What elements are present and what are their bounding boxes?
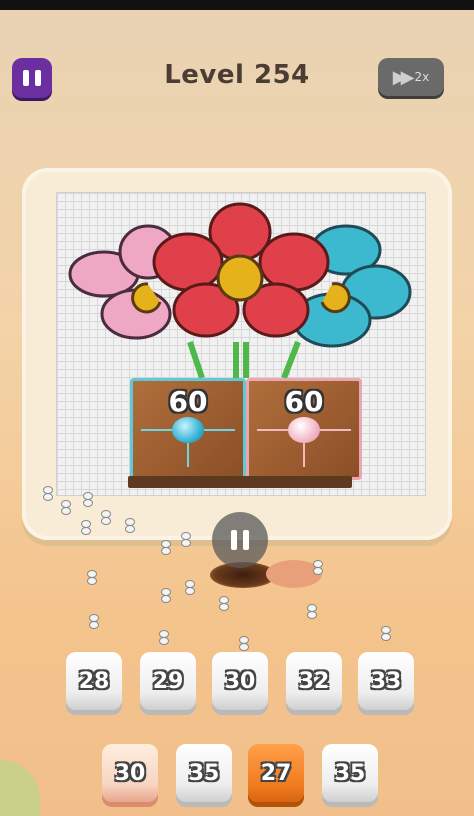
ant-icon bbox=[312, 560, 323, 575]
pause-icon-bar-right bbox=[243, 530, 249, 550]
ant-icon bbox=[100, 510, 111, 525]
ant-icon bbox=[124, 518, 135, 533]
ant-icon bbox=[306, 604, 317, 619]
queue-tile[interactable]: 28 bbox=[66, 652, 122, 710]
queue-tile[interactable]: 32 bbox=[286, 652, 342, 710]
pink-flower-center bbox=[131, 282, 162, 314]
ant-icon bbox=[88, 614, 99, 629]
speed-label: 2x bbox=[414, 70, 430, 84]
blue-flower-center bbox=[320, 282, 351, 314]
queue-tile[interactable]: 33 bbox=[358, 652, 414, 710]
ant-icon bbox=[86, 570, 97, 585]
queue-tile[interactable]: 29 bbox=[140, 652, 196, 710]
red-flower-center bbox=[216, 254, 264, 302]
ant-icon bbox=[42, 486, 53, 501]
box-guide-vertical bbox=[303, 443, 305, 467]
queue-tile[interactable]: 30 bbox=[212, 652, 268, 710]
ant-icon bbox=[180, 532, 191, 547]
ant-icon bbox=[80, 520, 91, 535]
pink-flower bbox=[68, 224, 178, 340]
center-pause-button[interactable] bbox=[212, 512, 268, 568]
ant-icon bbox=[238, 636, 249, 651]
status-bar bbox=[0, 0, 474, 10]
pause-icon-bar-left bbox=[231, 530, 237, 550]
color-box-pink[interactable]: 60 bbox=[246, 378, 362, 480]
speed-toggle-button[interactable]: ▶▶ 2x bbox=[378, 58, 444, 96]
fast-forward-icon: ▶▶ bbox=[392, 66, 415, 88]
ant-icon bbox=[184, 580, 195, 595]
box-count: 60 bbox=[284, 385, 324, 418]
bottom-tile[interactable]: 35 bbox=[322, 744, 378, 802]
flower-stems bbox=[187, 340, 301, 380]
ant-icon bbox=[82, 492, 93, 507]
box-guide-vertical bbox=[187, 443, 189, 467]
ant-icon bbox=[160, 588, 171, 603]
blue-gem-icon bbox=[172, 417, 204, 443]
bottom-tile[interactable]: 35 bbox=[176, 744, 232, 802]
ant-icon bbox=[218, 596, 229, 611]
box-shelf bbox=[128, 476, 352, 488]
ant-icon bbox=[158, 630, 169, 645]
ant-icon bbox=[380, 626, 391, 641]
leaf-decoration bbox=[0, 760, 40, 816]
bottom-tile[interactable]: 27 bbox=[248, 744, 304, 802]
ant-icon bbox=[60, 500, 71, 515]
pink-gem-icon bbox=[288, 417, 320, 443]
box-count: 60 bbox=[168, 385, 208, 418]
color-box-blue[interactable]: 60 bbox=[130, 378, 246, 480]
bottom-tile[interactable]: 30 bbox=[102, 744, 158, 802]
ant-icon bbox=[160, 540, 171, 555]
